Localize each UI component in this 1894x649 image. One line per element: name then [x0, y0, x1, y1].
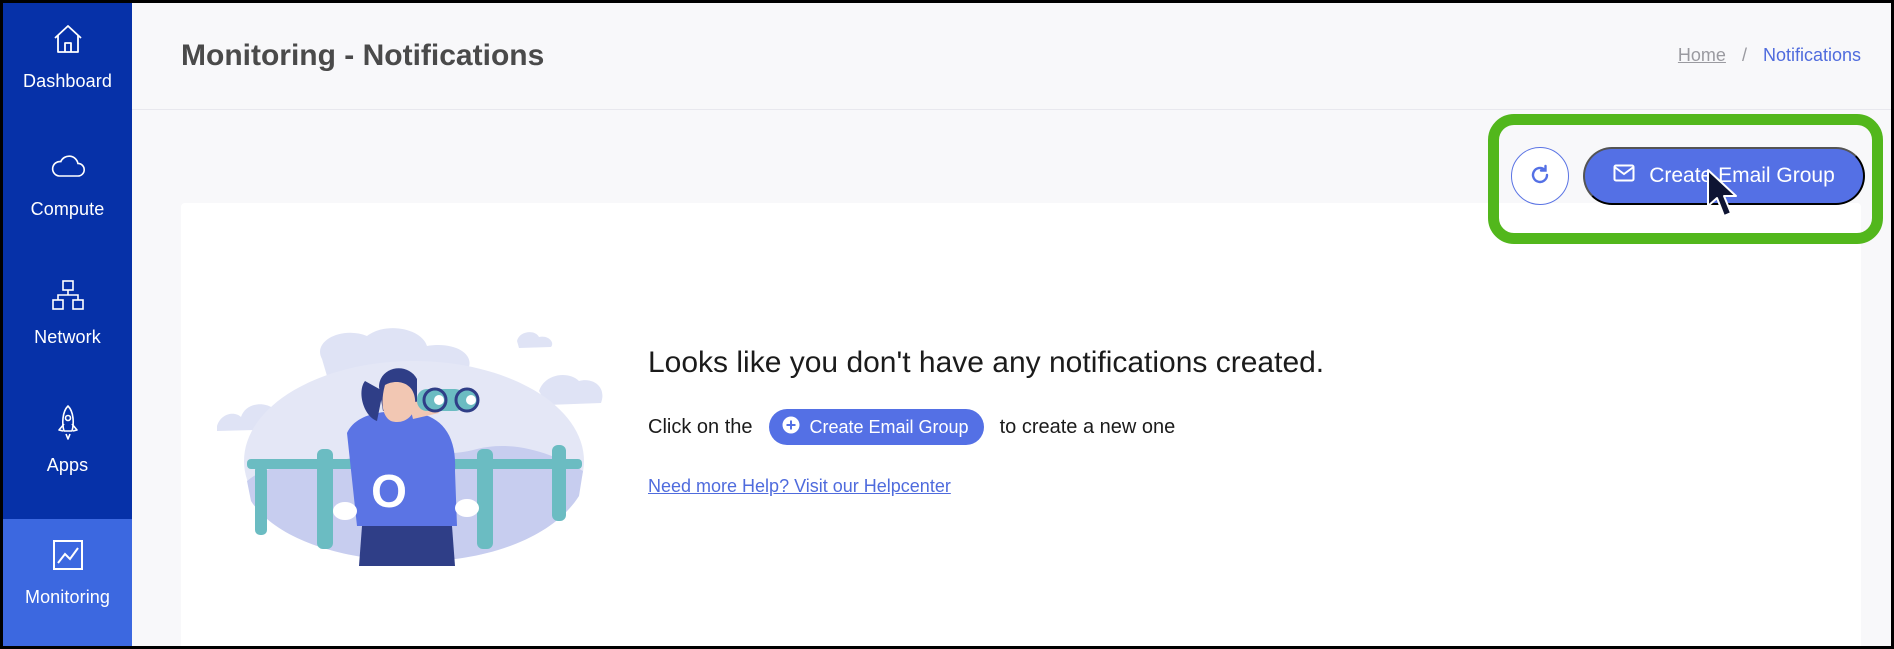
mouse-cursor-icon: [1707, 169, 1737, 217]
app-window: Dashboard Compute Network Apps Monitorin…: [3, 3, 1891, 646]
hint-prefix: Click on the: [648, 415, 753, 438]
mail-icon: [1613, 164, 1635, 188]
sidebar-item-label: Network: [34, 327, 101, 347]
sidebar-item-label: Monitoring: [24, 587, 111, 607]
breadcrumb: Home / Notifications: [1678, 45, 1861, 66]
chart-icon: [50, 537, 86, 573]
inline-button-label: Create Email Group: [809, 416, 969, 437]
sidebar-item-apps[interactable]: Apps: [3, 387, 132, 515]
page-title: Monitoring - Notifications: [181, 39, 545, 72]
sidebar-item-compute[interactable]: Compute: [3, 131, 132, 259]
inline-create-email-group-button[interactable]: Create Email Group: [768, 409, 984, 445]
home-icon: [50, 21, 86, 57]
empty-state-card: O Looks like you don't have any notifica…: [181, 203, 1861, 646]
plus-circle-icon: [782, 416, 800, 439]
sidebar-item-label: Dashboard: [23, 71, 112, 91]
network-icon: [50, 277, 86, 313]
breadcrumb-home-link[interactable]: Home: [1678, 45, 1726, 66]
page-header: Monitoring - Notifications Home / Notifi…: [132, 3, 1891, 110]
sidebar-item-monitoring[interactable]: Monitoring: [3, 519, 132, 646]
refresh-icon: [1528, 163, 1552, 190]
helpcenter-link[interactable]: Need more Help? Visit our Helpcenter: [648, 476, 951, 497]
sidebar: Dashboard Compute Network Apps Monitorin…: [3, 3, 132, 646]
sidebar-item-network[interactable]: Network: [3, 259, 132, 387]
rocket-icon: [50, 405, 86, 441]
empty-state-hint: Click on the Create Email Group to creat…: [648, 409, 1175, 445]
sidebar-item-label: Apps: [46, 455, 89, 475]
hint-suffix: to create a new one: [999, 415, 1176, 438]
sidebar-item-label: Compute: [30, 199, 105, 219]
breadcrumb-separator: /: [1741, 45, 1747, 65]
sidebar-item-dashboard[interactable]: Dashboard: [3, 3, 132, 131]
refresh-button[interactable]: [1511, 147, 1569, 205]
create-button-label: Create Email Group: [1649, 164, 1835, 187]
empty-state-title: Looks like you don't have any notificati…: [648, 346, 1325, 379]
sweater-letter: O: [371, 465, 407, 517]
binoculars-illustration: O: [217, 328, 603, 566]
breadcrumb-current: Notifications: [1762, 45, 1861, 65]
cloud-icon: [50, 149, 86, 185]
